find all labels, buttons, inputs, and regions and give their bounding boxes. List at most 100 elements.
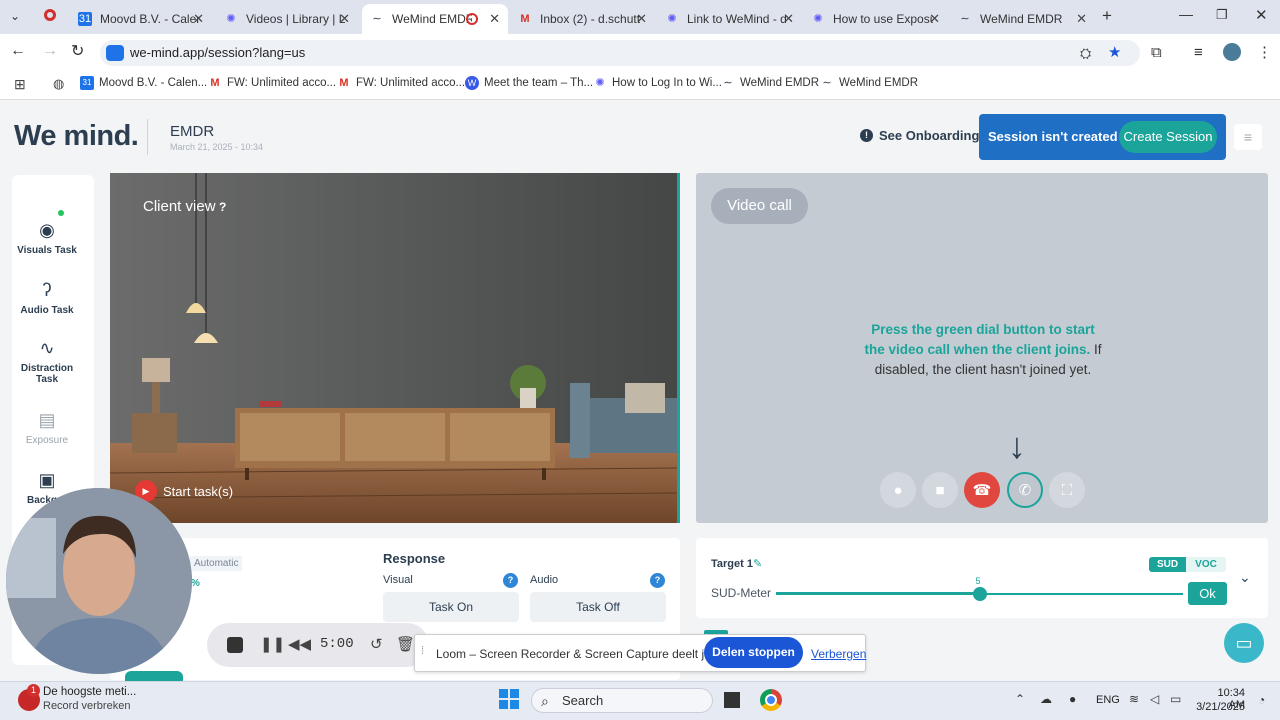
back-icon[interactable]: ← [10,42,26,60]
start-tasks-button[interactable]: ▶ Start task(s) [135,480,233,502]
end-call-icon: ☎ [972,482,992,499]
close-icon[interactable]: ✕ [193,11,204,27]
bookmark-wemind-2[interactable]: ∼ WeMind EMDR [820,76,918,90]
reload-icon[interactable]: ↻ [71,41,84,61]
voc-tab[interactable]: VOC [1186,557,1226,572]
stop-sharing-button[interactable]: Delen stoppen [704,637,803,668]
extensions-icon[interactable]: ⧉ [1151,44,1162,61]
tab-wemind-active[interactable]: ∼ WeMind EMDR ✕ [362,4,508,34]
client-view-title: Client view [143,198,216,215]
close-icon[interactable]: ✕ [636,11,647,27]
bookmark-how-to-login[interactable]: ✺ How to Log In to Wi... [593,76,722,90]
hide-share-link[interactable]: Verbergen [811,647,866,661]
bookmark-fw-unlimited-1[interactable]: M FW: Unlimited acco... [208,76,336,90]
hamburger-menu-icon[interactable]: ≡ [1234,124,1262,150]
site-info-icon[interactable] [106,45,124,61]
edit-pencil-icon[interactable]: ✎ [753,557,762,570]
rewind-icon[interactable]: ◀◀ [288,635,311,653]
task-off-button[interactable]: Task Off [530,592,666,622]
apps-grid-icon[interactable]: ⊞ [14,76,26,93]
bookmark-star-icon[interactable]: ★ [1108,40,1121,66]
chevron-down-icon[interactable]: ⌄ [1239,569,1251,586]
windows-start-icon[interactable] [499,689,519,709]
bookmark-wemind-1[interactable]: ∼ WeMind EMDR [721,76,819,90]
tab-wemind[interactable]: ∼ WeMind EMDR ✕ [950,4,1095,34]
media-control-icon[interactable]: ≡ [1194,44,1203,61]
sidebar-item-distraction-task[interactable]: ∿ Distraction Task [12,338,82,385]
sidebar-item-audio-task[interactable]: ʔ Audio Task [12,280,82,316]
ok-button[interactable]: Ok [1188,582,1227,605]
tab-gmail-inbox[interactable]: M Inbox (2) - d.schutt ✕ [510,4,655,34]
minimize-icon[interactable]: — [1179,6,1193,22]
client-view-panel[interactable] [110,173,680,523]
task-on-button[interactable]: Task On [383,592,519,622]
start-call-button[interactable]: ✆ [1007,472,1043,508]
sud-slider-thumb[interactable] [972,587,987,601]
sidebar-item-visuals-task[interactable]: ◉ Visuals Task [12,220,82,256]
close-icon[interactable]: ✕ [489,11,500,27]
gmail-icon: M [210,77,220,89]
bookmark-moovd-calendar[interactable]: 31 Moovd B.V. - Calen... [80,76,207,90]
onedrive-icon[interactable]: ☁ [1040,692,1052,706]
trash-icon[interactable]: 🗑 [396,635,415,653]
end-call-button[interactable]: ☎ [964,472,1000,508]
tab-moovd-calendar[interactable]: 31 Moovd B.V. - Calend ✕ [70,4,212,34]
recording-icon[interactable] [44,9,56,21]
restore-icon[interactable]: ❐ [1216,7,1228,23]
chrome-center [765,694,777,706]
tab-loom-exposure[interactable]: ✺ How to use Exposu ✕ [803,4,948,34]
window-close-icon[interactable]: ✕ [1255,6,1268,24]
sud-tab[interactable]: SUD [1149,557,1186,572]
browser-menu-icon[interactable]: ⋮ [1257,43,1272,61]
battery-icon[interactable]: ▭ [1170,692,1181,706]
client-view-help-icon[interactable]: ? [219,200,226,214]
audio-help-icon[interactable]: ? [650,573,665,588]
visual-help-icon[interactable]: ? [503,573,518,588]
translate-icon[interactable]: ⛭ [1080,40,1091,66]
tab-label: Inbox (2) - d.schutt [540,12,640,26]
create-session-button[interactable]: Create Session [1119,121,1217,153]
tab-label: How to use Exposu [833,12,933,26]
profile-avatar[interactable] [1223,43,1241,61]
bookmark-meet-the-team[interactable]: W Meet the team – Th... [465,76,593,90]
tray-overflow-icon[interactable]: ⌃ [1015,692,1025,706]
close-icon[interactable]: ✕ [1076,11,1087,27]
bookmark-fw-unlimited-2[interactable]: M FW: Unlimited acco... [337,76,465,90]
chat-support-button[interactable]: ▭ [1224,623,1264,663]
microphone-button: ● [880,472,916,508]
webcam-person-image [6,488,192,674]
volume-icon[interactable]: ◁ [1150,692,1159,706]
close-icon[interactable]: ✕ [339,11,350,27]
bookmark-label: FW: Unlimited acco... [227,77,337,89]
language-indicator[interactable]: ENG [1096,694,1120,706]
notifications-bell-icon[interactable]: ◔ [1258,693,1265,707]
taskbar-search[interactable]: ⌕ Search [531,688,713,713]
new-tab-icon[interactable]: + [1102,6,1112,26]
close-icon[interactable]: ✕ [929,11,940,27]
taskbar-app-icon[interactable] [724,692,740,708]
loom-icon: ✺ [595,77,605,89]
wifi-icon[interactable]: ≋ [1129,692,1139,706]
wemind-logo[interactable]: We mind. [14,120,139,153]
mic-tray-icon[interactable]: ● [1069,692,1076,706]
tab-loom-library[interactable]: ✺ Videos | Library | Lo ✕ [216,4,358,34]
microphone-icon: ● [893,481,903,499]
notification-title: De hoogste meti... [43,686,137,698]
close-icon[interactable]: ✕ [783,11,794,27]
tab-loom-link[interactable]: ✺ Link to WeMind - d ✕ [657,4,802,34]
webcam-bubble[interactable] [6,488,192,674]
stop-recording-icon[interactable] [227,637,243,653]
restart-icon[interactable]: ↺ [370,635,383,653]
header-divider [147,119,148,155]
bookmark-label: How to Log In to Wi... [612,77,722,89]
notification-subtitle: Record verbreken [43,700,131,712]
drag-handle-icon[interactable]: ⁞ [421,645,424,657]
clock-date[interactable]: 3/21/2025 [1191,701,1245,713]
globe-icon[interactable]: ◍ [53,76,64,92]
see-onboarding-link[interactable]: ! See Onboarding [860,128,979,143]
pause-icon[interactable]: ❚❚ [260,635,285,653]
info-icon: ! [860,129,873,142]
address-bar[interactable]: we-mind.app/session?lang=us ⛭ ★ [100,40,1140,66]
instructions-strong: Press the green dial button to start the… [864,322,1095,357]
tab-search-icon[interactable]: ⌄ [10,9,20,23]
